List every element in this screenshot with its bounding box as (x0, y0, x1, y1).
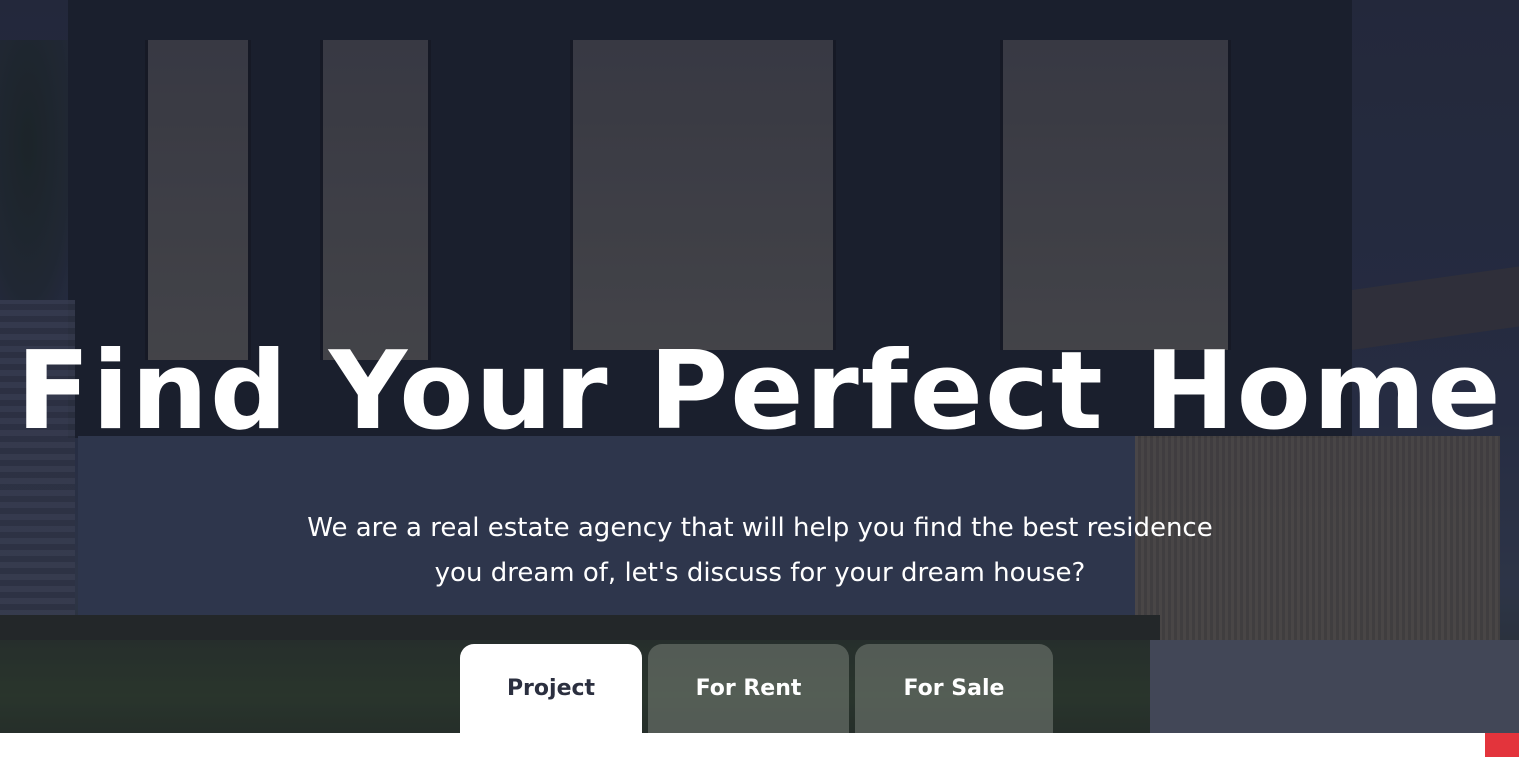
tab-project[interactable]: Project (460, 644, 642, 733)
listing-type-tabs: Project For Rent For Sale (460, 644, 1053, 733)
scroll-to-top-button[interactable] (1485, 733, 1519, 757)
tab-for-sale[interactable]: For Sale (855, 644, 1053, 733)
tab-for-rent[interactable]: For Rent (648, 644, 849, 733)
hero-section: Find Your Perfect Home We are a real est… (0, 0, 1519, 733)
hero-title: Find Your Perfect Home (16, 329, 1503, 454)
hero-subtitle: We are a real estate agency that will he… (307, 513, 1213, 588)
